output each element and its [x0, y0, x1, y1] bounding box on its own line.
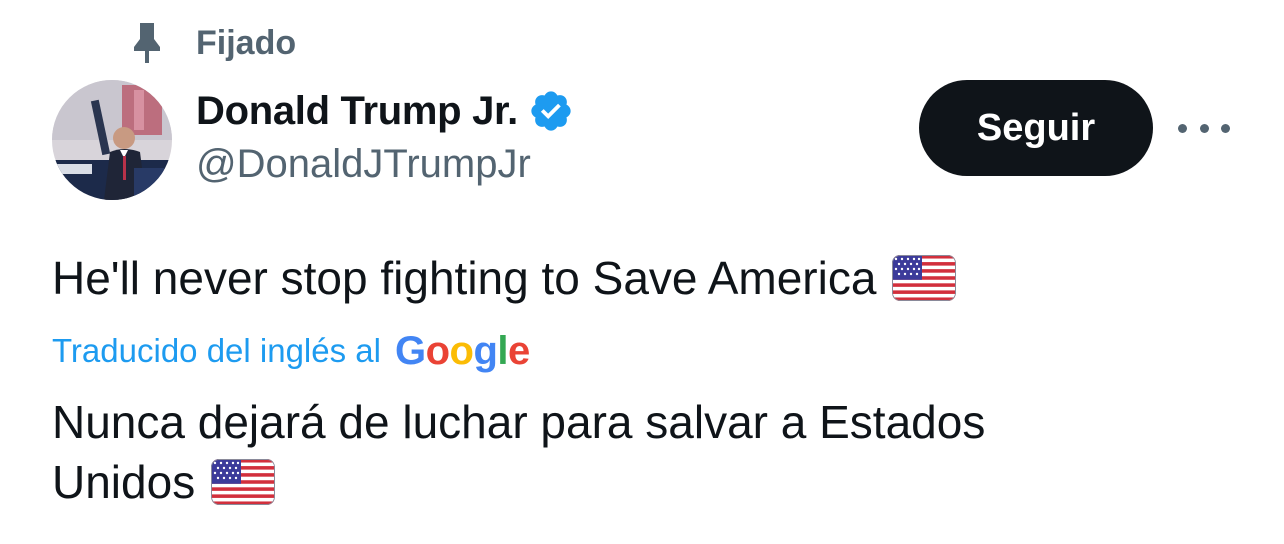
translated-text-line1: Nunca dejará de luchar para salvar a Est… [52, 396, 986, 448]
more-options-icon[interactable] [1178, 110, 1230, 146]
more-dot [1178, 123, 1187, 133]
translation-attribution[interactable]: Traducido del inglés al Google [52, 326, 530, 376]
google-letter: G [394, 328, 426, 373]
flag-us-icon [211, 459, 276, 505]
follow-button[interactable]: Seguir [919, 80, 1153, 176]
pinned-indicator: Fijado [128, 20, 296, 66]
translated-text-line2: Unidos [52, 456, 196, 508]
more-dot [1199, 123, 1209, 133]
verified-badge-icon[interactable] [528, 88, 574, 134]
author-name-row[interactable]: Donald Trump Jr. [196, 84, 574, 138]
google-letter: o [425, 328, 450, 373]
google-letter: o [449, 328, 474, 373]
tweet-text: He'll never stop fighting to Save Americ… [52, 248, 957, 308]
author-display-name[interactable]: Donald Trump Jr. [196, 89, 518, 134]
more-dot [1221, 123, 1230, 133]
google-letter: g [473, 328, 498, 373]
pinned-label: Fijado [196, 23, 297, 62]
tweet-text-content: He'll never stop fighting to Save Americ… [52, 252, 877, 304]
translated-text-line2-row: Unidos [52, 452, 1212, 512]
author-handle[interactable]: @DonaldJTrumpJr [196, 142, 531, 187]
translated-from-label[interactable]: Traducido del inglés al [52, 332, 381, 370]
google-logo: Google [395, 329, 530, 374]
avatar[interactable] [52, 80, 172, 200]
google-letter: l [497, 328, 509, 373]
flag-us-icon [892, 255, 957, 301]
translated-text: Nunca dejará de luchar para salvar a Est… [52, 392, 1212, 512]
google-letter: e [508, 328, 530, 373]
pin-icon [128, 20, 166, 66]
avatar-image [52, 80, 172, 200]
